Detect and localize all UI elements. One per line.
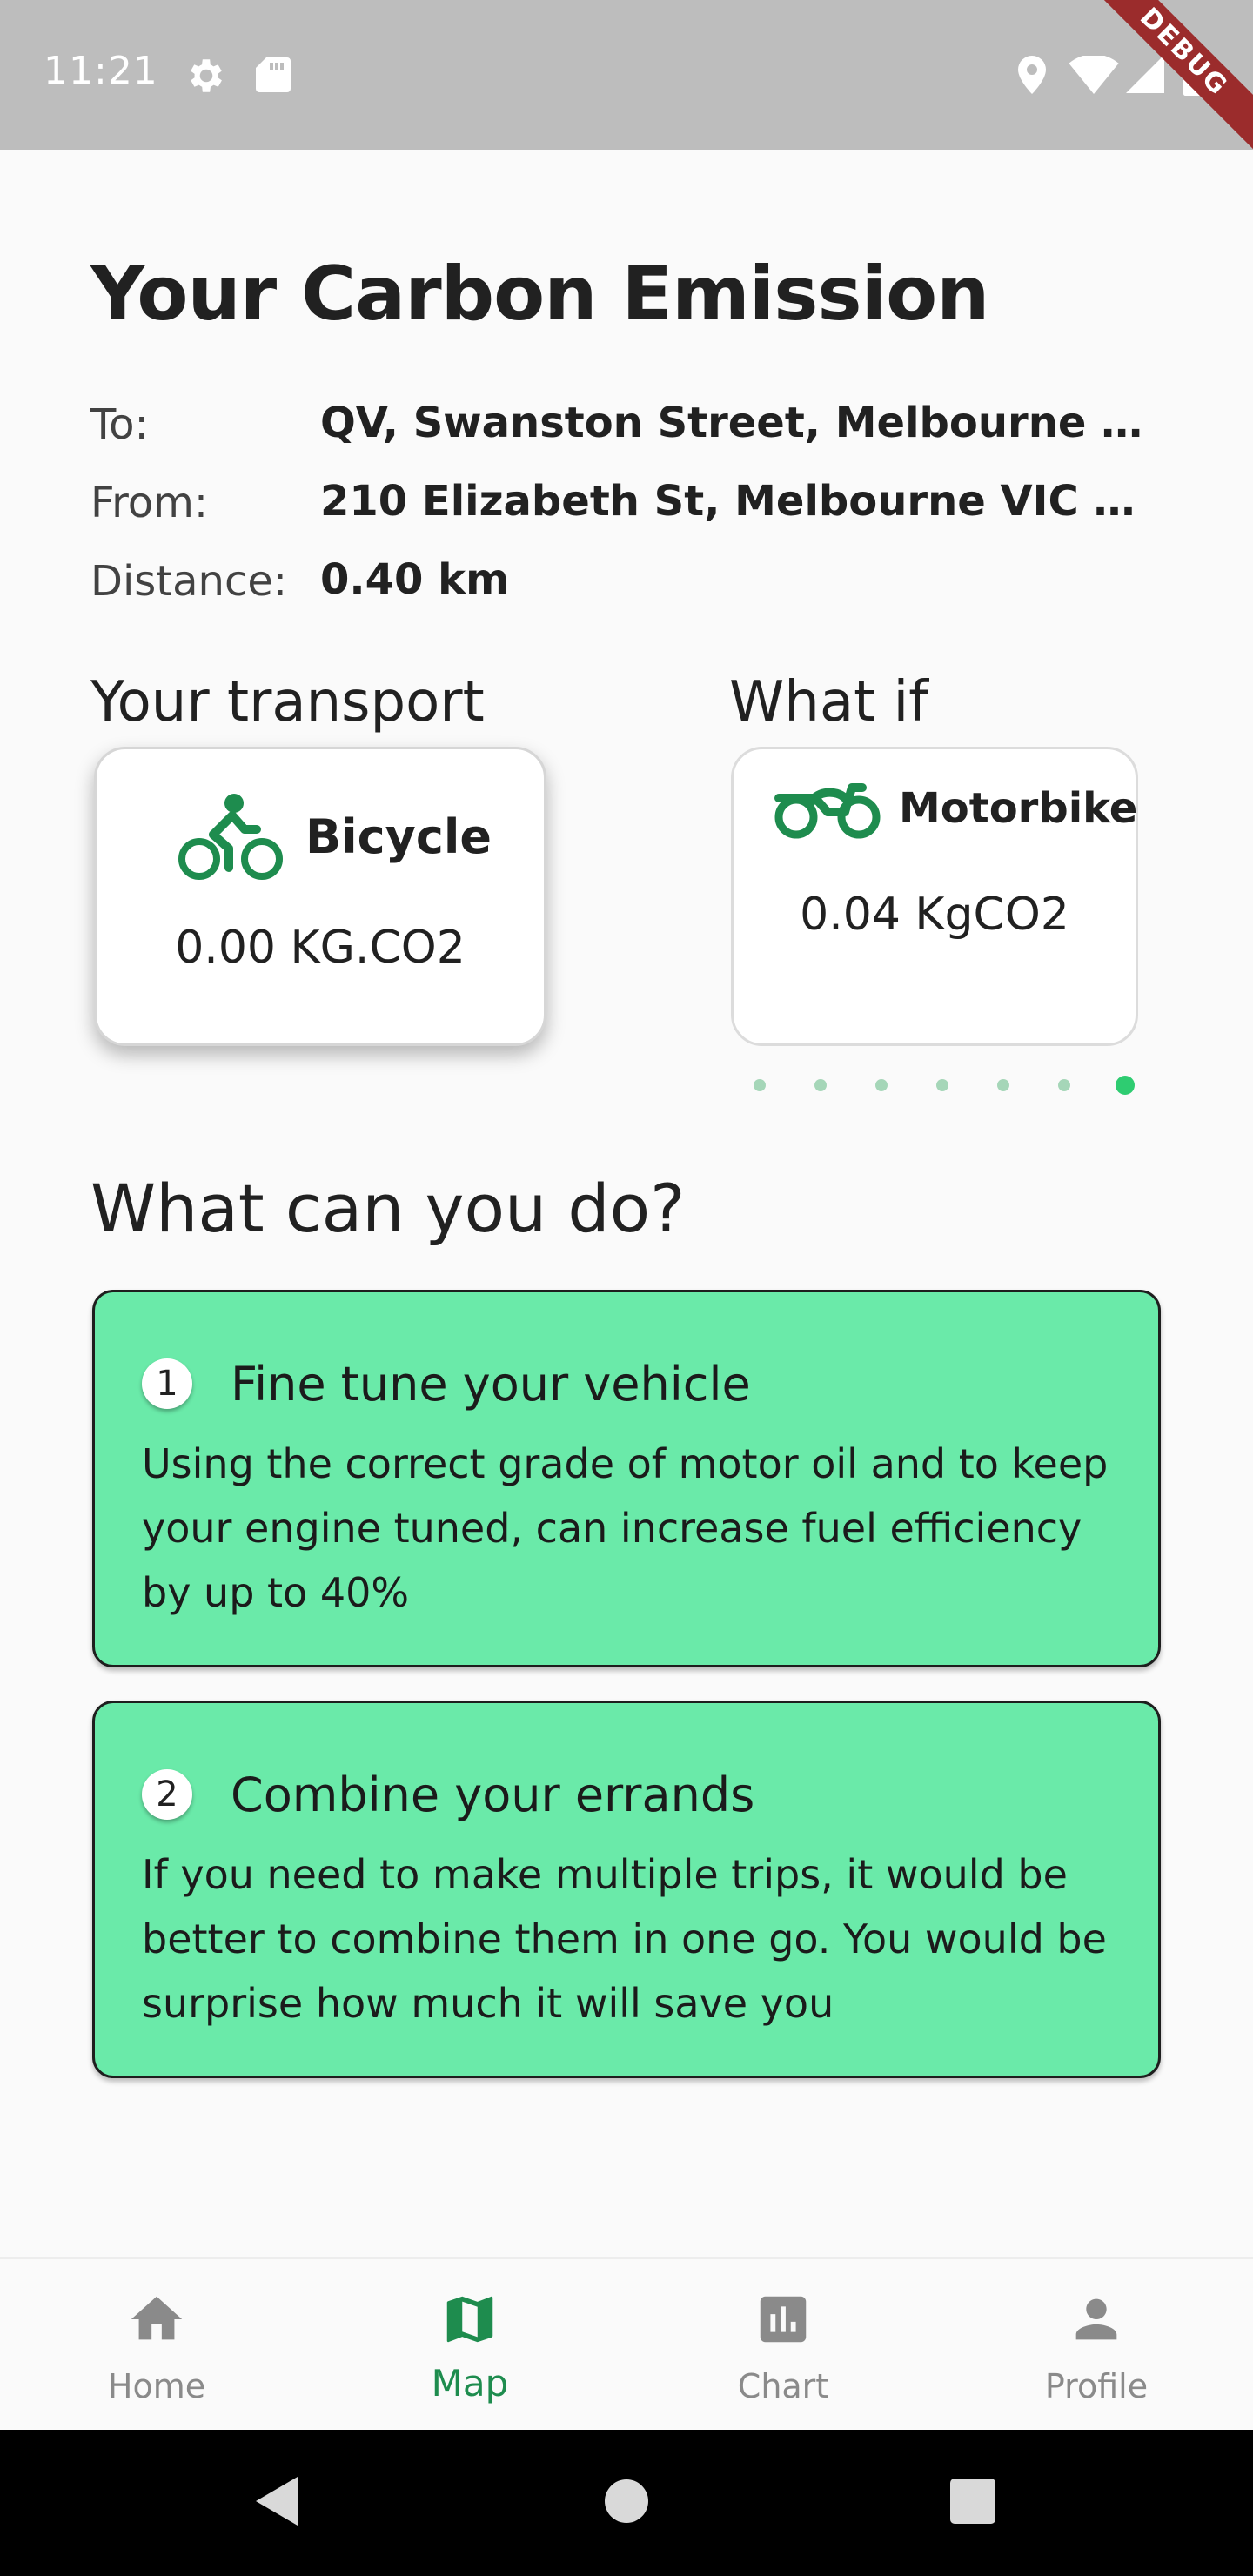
nav-profile[interactable]: Profile [940,2259,1253,2432]
suggestion-body: If you need to make multiple trips, it w… [142,1851,1107,2027]
page-dot-active[interactable] [1116,1076,1135,1095]
your-transport-card[interactable]: Bicycle 0.00 KG.CO2 [94,747,546,1046]
from-value: 210 Elizabeth St, Melbourne VIC 3000, Au… [320,477,1156,526]
status-bar: 11:21 DEBUG [0,0,1253,150]
page-dot[interactable] [875,1079,888,1091]
sd-card-icon [256,57,291,92]
status-time: 11:21 [44,49,158,93]
motorbike-icon [774,783,881,839]
chart-icon [760,2296,807,2343]
bicycle-icon [178,794,283,880]
suggestion-number: 1 [142,1358,192,1409]
profile-icon [1075,2298,1117,2340]
what-can-you-do-heading: What can you do? [90,1170,686,1247]
nav-profile-label: Profile [1044,2367,1149,2405]
your-transport-heading: Your transport [90,670,485,735]
what-if-card-header: Motorbike [772,775,1137,842]
transport-name: Bicycle [305,808,492,864]
nav-home[interactable]: Home [0,2259,313,2432]
suggestion-card: 2 Combine your errands If you need to ma… [92,1701,1161,2078]
nav-map[interactable]: Map [313,2259,626,2432]
suggestion-body: Using the correct grade of motor oil and… [142,1440,1109,1616]
what-if-heading: What if [729,670,928,735]
back-icon[interactable] [252,2473,301,2529]
what-if-name: Motorbike [899,784,1138,833]
system-navigation-bar [0,2430,1253,2576]
recents-icon[interactable] [948,2473,997,2529]
home-circle-icon[interactable] [604,2473,649,2529]
transport-emission: 0.00 KG.CO2 [175,922,466,974]
from-label: From: [90,479,209,527]
distance-value: 0.40 km [320,555,510,604]
page-dot[interactable] [754,1079,766,1091]
location-icon [1018,56,1046,94]
settings-icon [191,59,222,92]
suggestion-title: Combine your errands [231,1768,755,1822]
page-title: Your Carbon Emission [90,251,989,338]
nav-home-label: Home [107,2367,206,2405]
nav-chart-label: Chart [737,2367,829,2405]
what-if-card[interactable]: Motorbike 0.04 KgCO2 [731,747,1138,1046]
transport-card-header: Bicycle [177,789,492,883]
nav-chart[interactable]: Chart [626,2259,940,2432]
page-dot[interactable] [936,1079,948,1091]
page-dot[interactable] [1058,1079,1070,1091]
page-dot[interactable] [997,1079,1009,1091]
distance-label: Distance: [90,557,288,606]
to-label: To: [90,400,149,449]
map-icon [446,2296,493,2343]
what-if-emission: 0.04 KgCO2 [800,889,1069,941]
bottom-navigation: Home Map Chart Profile [0,2257,1253,2430]
wifi-icon [1069,56,1119,94]
suggestion-title: Fine tune your vehicle [231,1357,751,1412]
home-icon [131,2296,183,2340]
signal-icon [1126,55,1164,93]
suggestion-card: 1 Fine tune your vehicle Using the corre… [92,1290,1161,1667]
to-value: QV, Swanston Street, Melbourne VIC, Aust… [320,399,1156,447]
nav-map-label: Map [431,2362,509,2405]
page-dot[interactable] [814,1079,827,1091]
suggestion-number: 2 [142,1769,192,1820]
